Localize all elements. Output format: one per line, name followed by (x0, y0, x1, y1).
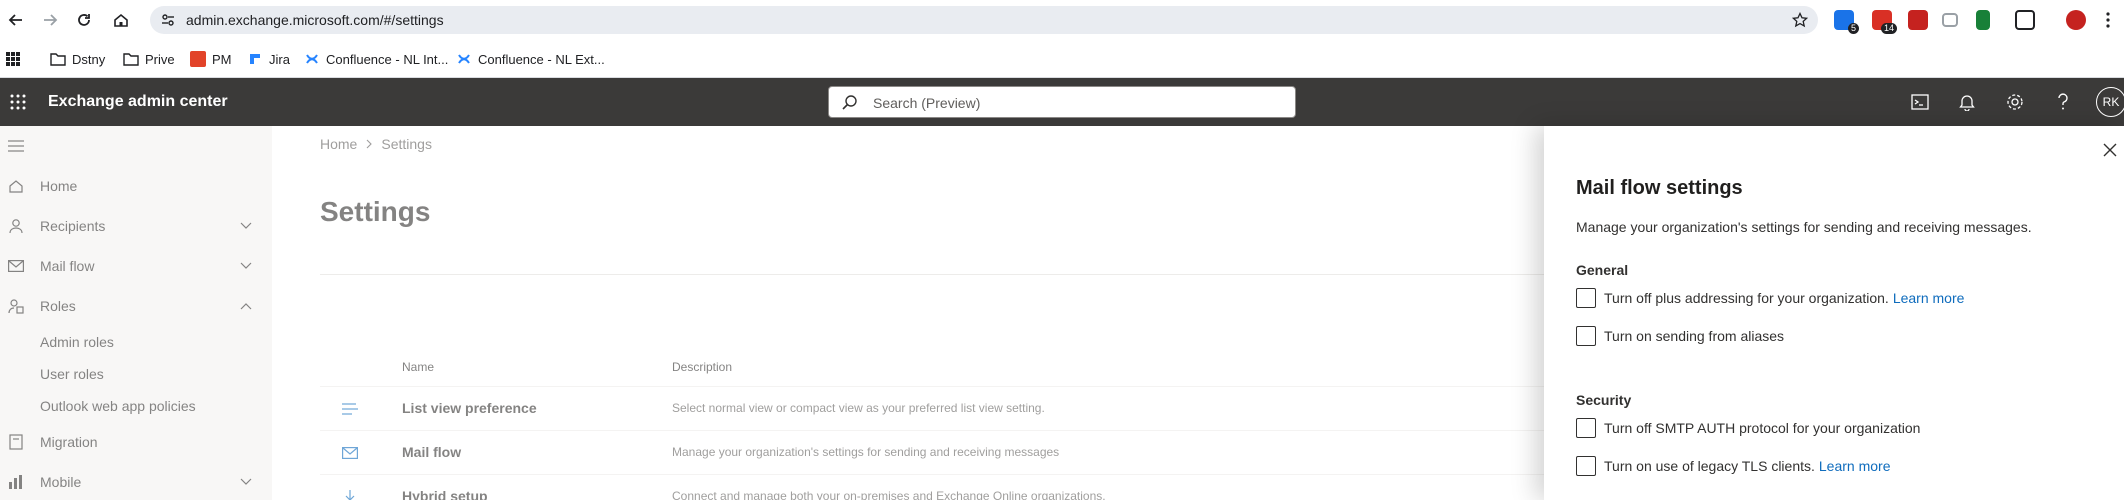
bookmarks-bar: Dstny Prive PM Jira Confluence - NL Int.… (0, 40, 2124, 78)
search-placeholder: Search (Preview) (873, 95, 981, 111)
forward-icon[interactable] (38, 8, 62, 32)
close-icon[interactable] (2100, 140, 2120, 160)
legacy-tls-option: Turn on use of legacy TLS clients. Learn… (1576, 456, 1890, 476)
smtp-auth-checkbox[interactable] (1576, 418, 1596, 438)
bookmark-jira[interactable]: Jira (247, 49, 290, 69)
app-title[interactable]: Exchange admin center (48, 93, 228, 111)
confluence-icon (456, 51, 472, 67)
bookmark-star-icon[interactable] (1790, 10, 1810, 30)
browser-toolbar: admin.exchange.microsoft.com/#/settings … (0, 0, 2124, 40)
profile-icon[interactable] (2066, 10, 2086, 30)
panel-overlay[interactable] (0, 126, 1544, 500)
cloud-shell-icon[interactable] (1908, 90, 1932, 114)
jira-icon (247, 51, 263, 67)
checkbox-label: Turn on use of legacy TLS clients. (1604, 458, 1815, 474)
extension-toolbox-icon[interactable] (1908, 10, 1928, 30)
extension-calendar-icon[interactable]: 5 (1834, 10, 1859, 34)
search-input[interactable]: Search (Preview) (828, 86, 1296, 118)
learn-more-link[interactable]: Learn more (1893, 290, 1965, 306)
folder-icon (123, 51, 139, 67)
bookmark-confluence-ext[interactable]: Confluence - NL Ext... (456, 49, 605, 69)
plus-addressing-option: Turn off plus addressing for your organi… (1576, 288, 1964, 308)
search-icon (841, 94, 859, 112)
settings-gear-icon[interactable] (2003, 90, 2027, 114)
sending-from-aliases-option: Turn on sending from aliases (1576, 326, 1784, 346)
extension-leaf-icon[interactable] (1976, 10, 1990, 30)
bookmark-pm[interactable]: PM (190, 49, 232, 69)
bookmark-prive[interactable]: Prive (123, 49, 175, 69)
smtp-auth-option: Turn off SMTP AUTH protocol for your org… (1576, 418, 1920, 438)
back-icon[interactable] (4, 8, 28, 32)
camera-icon[interactable] (1942, 13, 1958, 27)
checkbox-label: Turn off plus addressing for your organi… (1604, 290, 1889, 306)
apps-grid-icon[interactable] (6, 49, 20, 69)
help-icon[interactable] (2051, 90, 2075, 114)
panel-title: Mail flow settings (1576, 177, 1743, 199)
panel-description: Manage your organization's settings for … (1576, 219, 2032, 235)
gitlab-icon (190, 51, 206, 67)
notifications-bell-icon[interactable] (1955, 90, 1979, 114)
checkbox-label: Turn on sending from aliases (1604, 328, 1785, 344)
checkbox-label: Turn off SMTP AUTH protocol for your org… (1604, 420, 1921, 436)
address-bar[interactable]: admin.exchange.microsoft.com/#/settings (150, 6, 1818, 34)
learn-more-link[interactable]: Learn more (1819, 458, 1891, 474)
legacy-tls-checkbox[interactable] (1576, 456, 1596, 476)
general-heading: General (1576, 262, 1629, 278)
sending-from-aliases-checkbox[interactable] (1576, 326, 1596, 346)
browser-menu-icon[interactable] (2096, 8, 2120, 32)
security-heading: Security (1576, 392, 1632, 408)
plus-addressing-checkbox[interactable] (1576, 288, 1596, 308)
url-text[interactable]: admin.exchange.microsoft.com/#/settings (186, 12, 444, 28)
folder-icon (50, 51, 66, 67)
extension-gmail-icon[interactable]: 14 (1872, 10, 1897, 34)
site-info-icon[interactable] (158, 10, 178, 30)
bookmark-confluence-int[interactable]: Confluence - NL Int... (304, 49, 448, 69)
app-launcher-icon[interactable] (4, 78, 32, 126)
home-browser-icon[interactable] (109, 8, 133, 32)
extensions-puzzle-icon[interactable] (2015, 10, 2035, 30)
avatar[interactable]: RK (2096, 87, 2124, 117)
confluence-icon (304, 51, 320, 67)
reload-icon[interactable] (72, 8, 96, 32)
bookmark-dstny[interactable]: Dstny (50, 49, 105, 69)
